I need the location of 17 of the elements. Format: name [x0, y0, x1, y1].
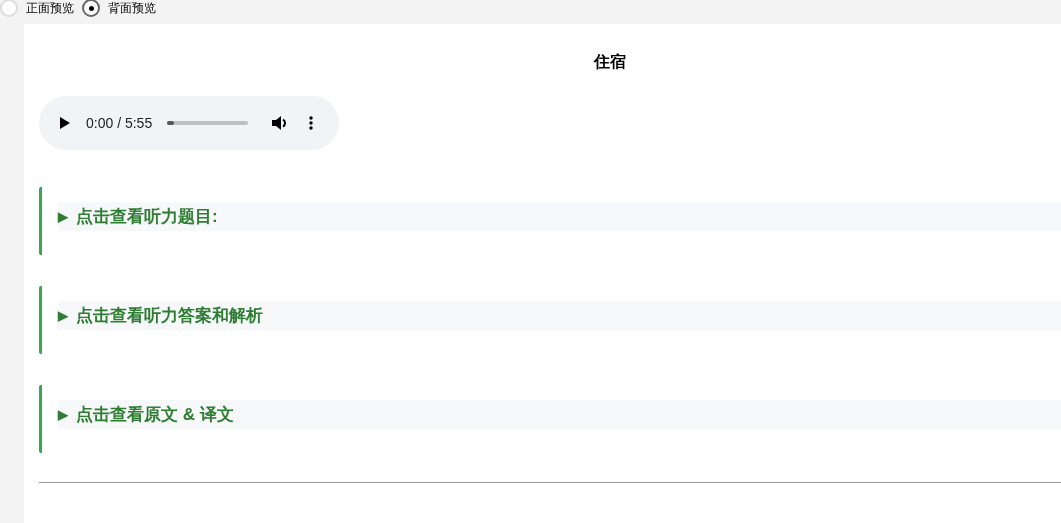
- time-display: 0:00 / 5:55: [86, 113, 153, 133]
- section-header[interactable]: ▶ 点击查看原文 & 译文: [58, 400, 1061, 429]
- more-icon[interactable]: [309, 116, 314, 130]
- section-title: 点击查看听力答案和解析: [76, 304, 263, 327]
- triangle-marker: ▶: [58, 306, 68, 325]
- play-icon[interactable]: [59, 116, 71, 130]
- radio-option[interactable]: 正面预览: [0, 0, 74, 17]
- triangle-marker: ▶: [58, 405, 68, 424]
- section-header[interactable]: ▶ 点击查看听力题目:: [58, 202, 1061, 231]
- radio-button[interactable]: [82, 0, 100, 17]
- section-header[interactable]: ▶ 点击查看听力答案和解析: [58, 301, 1061, 330]
- triangle-marker: ▶: [58, 207, 68, 226]
- page-title: 住宿: [594, 52, 626, 72]
- section-title: 点击查看原文 & 译文: [76, 403, 234, 426]
- radio-option[interactable]: 背面预览: [82, 0, 156, 17]
- progress-track[interactable]: [167, 121, 249, 125]
- section-title: 点击查看听力题目:: [76, 205, 218, 228]
